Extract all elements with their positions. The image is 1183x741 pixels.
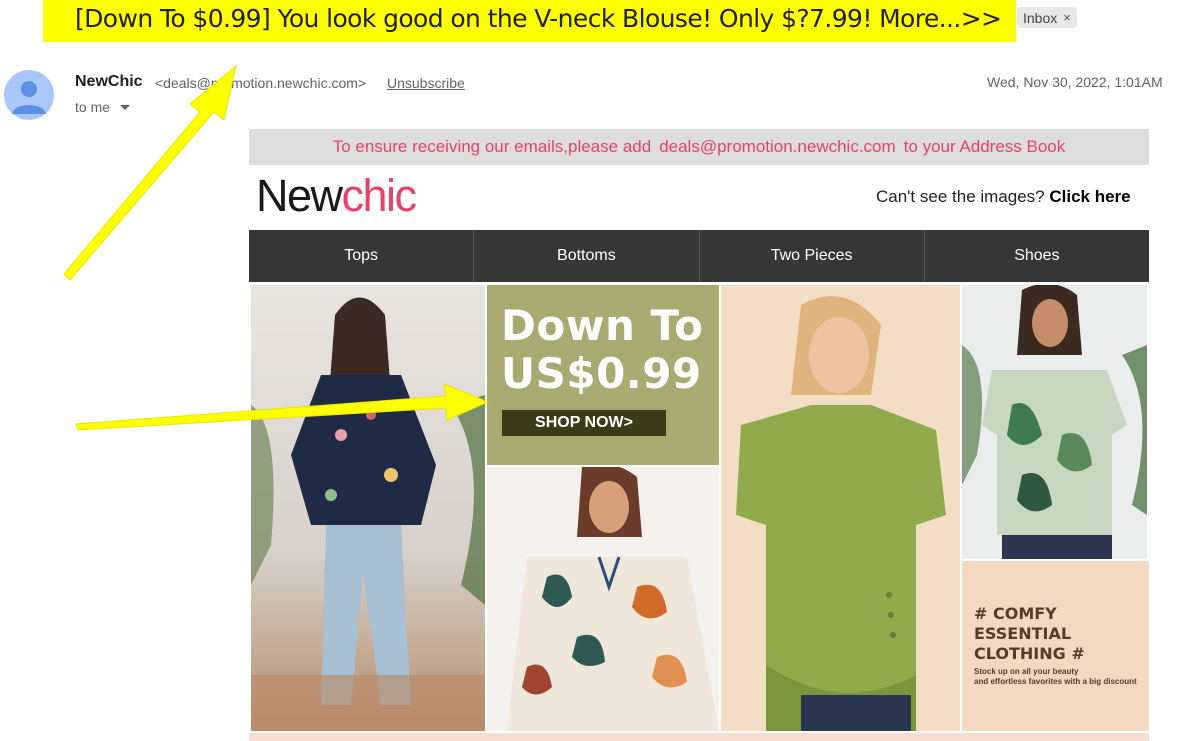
- comfy-line-2: ESSENTIAL: [974, 624, 1072, 643]
- nav-item-shoes[interactable]: Shoes: [925, 230, 1149, 282]
- email-subject: [Down To $0.99] You look good on the V-n…: [75, 4, 1002, 33]
- category-nav: Tops Bottoms Two Pieces Shoes: [249, 230, 1149, 282]
- comfy-line-3: CLOTHING #: [974, 644, 1085, 663]
- person-icon: [12, 81, 46, 114]
- inbox-label-text: Inbox: [1023, 9, 1058, 26]
- product-image-tropical-tshirt[interactable]: [962, 285, 1147, 559]
- newsletter-bottom-strip: [249, 733, 1149, 741]
- promo-headline: Down To US$0.99: [501, 302, 703, 398]
- cant-see-text: Can't see the images?: [876, 187, 1045, 206]
- nav-item-bottoms[interactable]: Bottoms: [474, 230, 700, 282]
- model-illustration: [507, 467, 719, 731]
- unsubscribe-link[interactable]: Unsubscribe: [387, 75, 465, 91]
- logo-part-new: New: [256, 170, 343, 221]
- product-image-leaf-print-blouse[interactable]: [487, 467, 719, 731]
- inbox-label-chip[interactable]: Inbox ×: [1017, 7, 1077, 28]
- nav-item-tops[interactable]: Tops: [249, 230, 475, 282]
- comfy-subtext: Stock up on all your beauty and effortle…: [974, 667, 1144, 687]
- remove-label-icon[interactable]: ×: [1063, 10, 1071, 25]
- comfy-sub-1: Stock up on all your beauty: [974, 667, 1079, 676]
- nav-item-two-pieces[interactable]: Two Pieces: [700, 230, 925, 282]
- sender-avatar[interactable]: [4, 70, 54, 120]
- shop-now-button[interactable]: SHOP NOW>: [502, 410, 666, 436]
- sender-email: <deals@promotion.newchic.com>: [155, 75, 367, 91]
- caret-down-icon: [120, 104, 131, 110]
- comfy-line-1: # COMFY: [974, 604, 1057, 623]
- comfy-sub-2: and effortless favorites with a big disc…: [974, 677, 1137, 686]
- model-illustration: [251, 297, 485, 731]
- comfy-headline: # COMFY ESSENTIAL CLOTHING #: [974, 604, 1085, 664]
- product-image-green-tshirt[interactable]: [721, 285, 960, 731]
- promo-line-1: Down To: [501, 301, 704, 350]
- logo-part-chic: chic: [341, 170, 418, 221]
- sender-name: NewChic: [75, 73, 143, 90]
- address-book-notice: To ensure receiving our emails,please ad…: [249, 129, 1149, 165]
- newchic-logo[interactable]: Newchic: [256, 170, 418, 222]
- product-image-floral-blouse[interactable]: [251, 285, 485, 731]
- address-notice-email[interactable]: deals@promotion.newchic.com: [659, 137, 895, 157]
- address-notice-suffix: to your Address Book: [903, 137, 1066, 156]
- recipients-text: to me: [75, 99, 111, 115]
- promo-line-2: US$0.99: [501, 349, 702, 398]
- model-illustration: [736, 296, 946, 731]
- address-notice-prefix: To ensure receiving our emails,please ad…: [332, 137, 652, 156]
- cant-see-images: Can't see the images? Click here: [876, 187, 1131, 207]
- recipients-toggle[interactable]: to me: [75, 99, 131, 115]
- email-date: Wed, Nov 30, 2022, 1:01AM: [987, 74, 1163, 90]
- model-illustration: [962, 285, 1147, 559]
- click-here-link[interactable]: Click here: [1049, 187, 1130, 206]
